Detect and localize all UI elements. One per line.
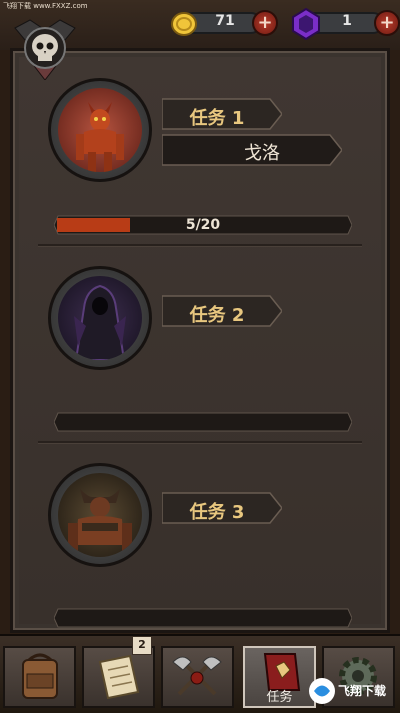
gem-counter: 1 + xyxy=(292,8,400,40)
quest-divider-1 xyxy=(38,244,362,247)
skull-emblem-icon[interactable] xyxy=(10,10,80,80)
quest-3-progress-bar xyxy=(53,608,353,628)
scroll-map-icon xyxy=(98,654,140,700)
horned-warrior-icon xyxy=(68,489,132,553)
progress-frame xyxy=(53,608,353,628)
gem-value: 1 xyxy=(342,13,352,29)
gold-counter: 71 + xyxy=(170,10,282,36)
nav-map[interactable] xyxy=(82,646,155,708)
gold-value: 71 xyxy=(215,13,235,29)
quest-divider-2 xyxy=(38,441,362,444)
map-badge: 2 xyxy=(132,636,152,655)
quest-1-progress-text: 5/20 xyxy=(185,217,221,233)
hooded-wraith-icon xyxy=(74,284,126,360)
quest-2-label: 任务 2 xyxy=(189,305,245,326)
quest-1-label: 任务 1 xyxy=(189,108,245,129)
hooded-wraith-portrait xyxy=(58,276,142,360)
progress-frame xyxy=(53,412,353,432)
gold-coin-icon xyxy=(171,12,197,36)
add-gold-button[interactable]: + xyxy=(252,10,278,36)
nav-battle[interactable] xyxy=(161,646,234,708)
quest-2-progress-bar xyxy=(53,412,353,432)
quest-3-portrait[interactable] xyxy=(48,463,152,567)
quest-1-portrait[interactable] xyxy=(48,78,152,182)
demon-portrait xyxy=(58,88,142,172)
red-demon-icon xyxy=(76,102,124,172)
minotaur-portrait xyxy=(58,473,142,557)
site-logo-text: 飞翔下载 xyxy=(338,684,387,698)
quest-2-portrait[interactable] xyxy=(48,266,152,370)
quest-1-target-name: 戈洛 xyxy=(244,143,280,164)
quest-3-label: 任务 3 xyxy=(189,502,245,523)
add-gem-button[interactable]: + xyxy=(374,10,400,36)
crossed-axes-icon xyxy=(172,656,222,696)
backpack-icon xyxy=(22,653,58,699)
quest-1-progress-bar: 5/20 xyxy=(53,215,353,235)
purple-gem-icon xyxy=(292,8,320,40)
nav-inventory[interactable] xyxy=(3,646,76,708)
